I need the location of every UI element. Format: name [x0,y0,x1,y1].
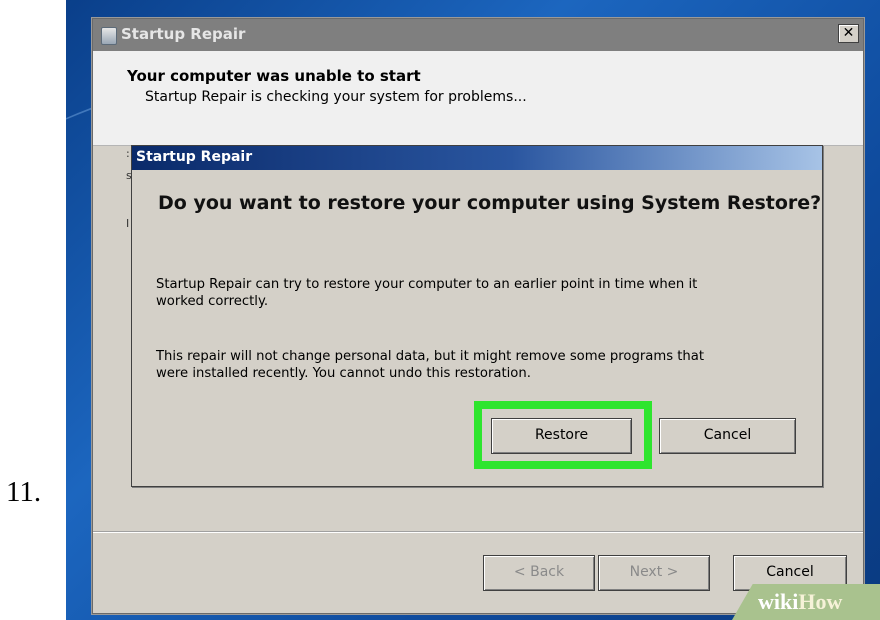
watermark-how: How [798,589,843,614]
dialog-paragraph-2-line-2: were installed recently. You cannot undo… [156,366,531,381]
partial-text: : [126,147,130,160]
partial-text: I [126,217,130,230]
window-title: Startup Repair [121,25,246,43]
footer-separator [93,531,863,532]
close-icon[interactable]: ✕ [838,24,859,43]
wizard-header: Your computer was unable to start Startu… [93,51,863,146]
dialog-cancel-button[interactable]: Cancel [659,418,796,454]
watermark-wiki: wiki [758,589,799,614]
window-title-bar: Startup Repair ✕ [93,19,863,51]
dialog-paragraph-1-line-1: Startup Repair can try to restore your c… [156,277,698,292]
dialog-title: Startup Repair [136,149,253,165]
restore-highlight-box [474,401,652,469]
wikihow-watermark: wikiHow [732,584,880,620]
wizard-heading: Your computer was unable to start [127,67,421,85]
dialog-paragraph-1-line-2: worked correctly. [156,294,269,309]
step-number: 11. [6,476,42,508]
next-button[interactable]: Next > [598,555,710,591]
wizard-subheading: Startup Repair is checking your system f… [145,89,527,105]
dialog-title-bar: Startup Repair [132,146,822,170]
back-button[interactable]: < Back [483,555,595,591]
dialog-paragraph-2-line-1: This repair will not change personal dat… [156,349,705,364]
startup-repair-app-icon [101,27,117,45]
dialog-question: Do you want to restore your computer usi… [158,192,822,214]
